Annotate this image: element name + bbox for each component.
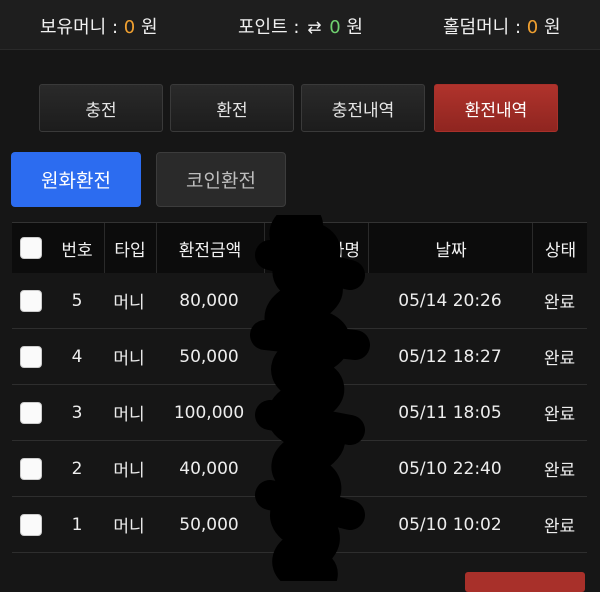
balance-label: 보유머니 :	[40, 17, 119, 38]
subtab-krw-withdraw[interactable]: 원화환전	[11, 152, 141, 207]
row-amount: 50,000	[179, 346, 239, 367]
row-status: 완료	[543, 517, 576, 537]
tab-withdraw-history[interactable]: 환전내역	[434, 84, 558, 132]
balance-unit: 원	[140, 17, 158, 38]
header-amount: 환전금액	[156, 223, 263, 273]
row-status: 완료	[543, 293, 576, 313]
row-date: 05/10 10:02	[398, 514, 502, 535]
balance-value: 0	[123, 17, 136, 38]
row-number: 1	[71, 514, 83, 535]
points-label: 포인트 :	[238, 17, 300, 38]
row-date: 05/10 22:40	[398, 458, 502, 479]
row-status: 완료	[543, 405, 576, 425]
header-type: 타입	[104, 223, 155, 273]
tab-deposit-history[interactable]: 충전내역	[301, 84, 425, 132]
row-type: 머니	[113, 405, 145, 425]
row-date: 05/14 20:26	[398, 290, 502, 311]
points-stat: 포인트 : ⇄ 0 원	[238, 13, 363, 39]
row-type: 머니	[113, 517, 145, 537]
table-row: 1 머니 50,000 05/10 10:02 완료	[12, 497, 587, 553]
row-number: 4	[71, 346, 83, 367]
header-date: 날짜	[368, 223, 533, 273]
row-number: 5	[71, 290, 83, 311]
points-unit: 원	[346, 17, 363, 38]
row-amount: 80,000	[179, 290, 239, 311]
balance-bar: 보유머니 : 0 원 포인트 : ⇄ 0 원 홀덤머니 : 0 원	[0, 0, 600, 50]
row-status: 완료	[543, 461, 576, 481]
row-status: 완료	[543, 349, 576, 369]
row-date: 05/11 18:05	[398, 402, 502, 423]
swap-arrows-icon[interactable]: ⇄	[307, 18, 321, 38]
row-number: 2	[71, 458, 83, 479]
holdem-label: 홀덤머니 :	[443, 17, 522, 38]
row-amount: 100,000	[173, 402, 245, 423]
row-type: 머니	[113, 349, 145, 369]
holdem-stat: 홀덤머니 : 0 원	[443, 13, 561, 39]
header-number: 번호	[61, 240, 93, 261]
holdem-value: 0	[526, 17, 539, 38]
row-checkbox[interactable]	[20, 346, 42, 368]
row-checkbox[interactable]	[20, 290, 42, 312]
points-value: 0	[329, 17, 341, 38]
row-type: 머니	[113, 293, 145, 313]
holdem-unit: 원	[543, 17, 561, 38]
table-row: 3 머니 100,000 05/11 18:05 완료	[12, 385, 587, 441]
tab-deposit[interactable]: 충전	[39, 84, 163, 132]
bottom-action-button[interactable]	[465, 572, 585, 592]
header-status: 상태	[532, 223, 588, 273]
row-checkbox[interactable]	[20, 514, 42, 536]
row-date: 05/12 18:27	[398, 346, 502, 367]
row-amount: 40,000	[179, 458, 239, 479]
table-row: 4 머니 50,000 05/12 18:27 완료	[12, 329, 587, 385]
header-depositor: 자명	[264, 223, 368, 273]
table-row: 5 머니 80,000 05/14 20:26 완료	[12, 273, 587, 329]
balance-stat: 보유머니 : 0 원	[40, 13, 158, 39]
row-type: 머니	[113, 461, 145, 481]
table-row: 2 머니 40,000 05/10 22:40 완료	[12, 441, 587, 497]
select-all-checkbox[interactable]	[20, 237, 42, 259]
subtab-coin-withdraw[interactable]: 코인환전	[156, 152, 286, 207]
row-checkbox[interactable]	[20, 458, 42, 480]
row-number: 3	[71, 402, 83, 423]
row-checkbox[interactable]	[20, 402, 42, 424]
tab-withdraw[interactable]: 환전	[170, 84, 294, 132]
row-amount: 50,000	[179, 514, 239, 535]
main-tabs: 충전 환전 충전내역 환전내역	[39, 84, 559, 132]
table-header: 번호 타입 환전금액 자명 날짜 상태	[12, 222, 587, 273]
